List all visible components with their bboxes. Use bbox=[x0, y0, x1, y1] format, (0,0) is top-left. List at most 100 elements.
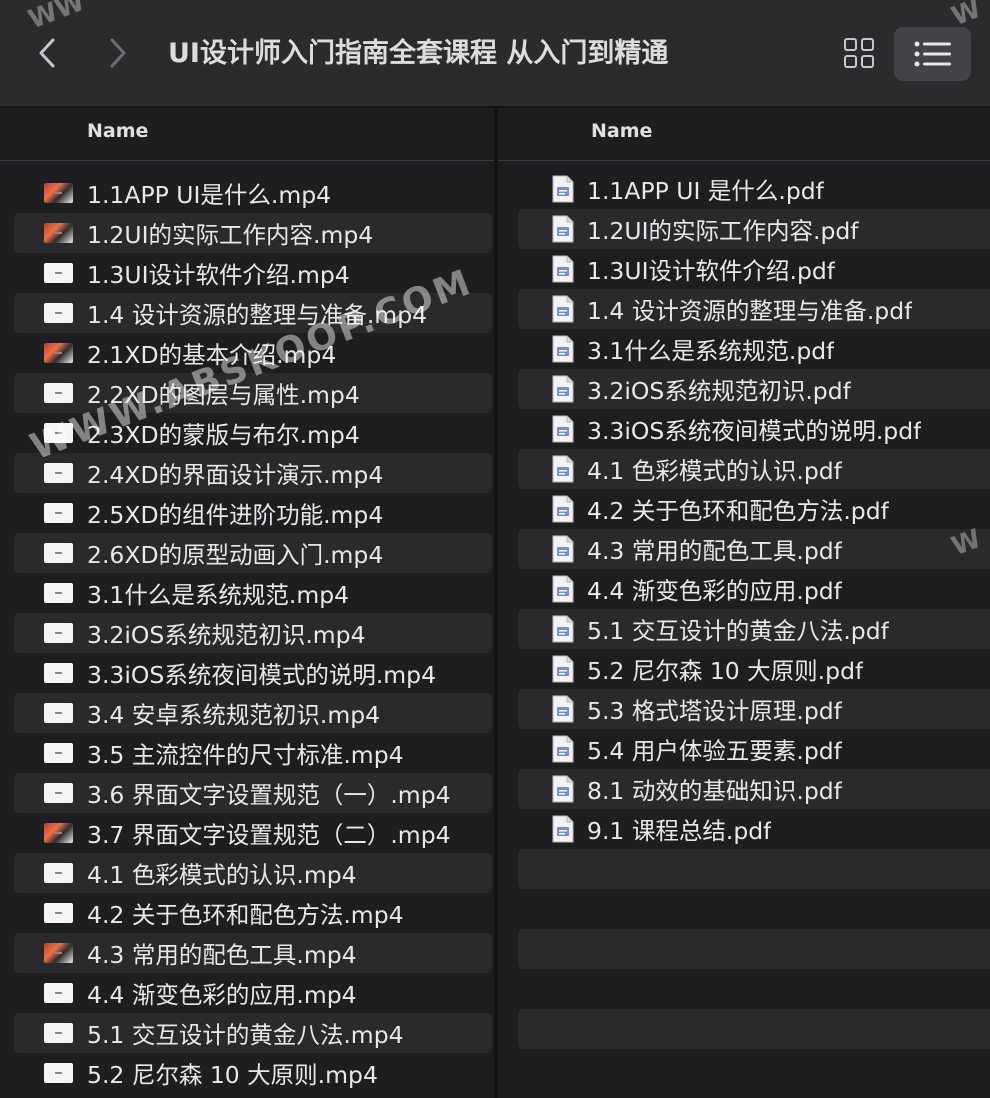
file-row[interactable]: 4.3 常用的配色工具.mp4 bbox=[14, 933, 492, 973]
file-name: 2.1XD的基本介绍.mp4 bbox=[87, 341, 337, 369]
file-row[interactable]: 2.4XD的界面设计演示.mp4 bbox=[14, 453, 492, 493]
video-thumbnail-icon bbox=[44, 823, 73, 843]
file-name: 5.2 尼尔森 10 大原则.mp4 bbox=[87, 1061, 378, 1089]
video-file-icon bbox=[44, 463, 73, 483]
file-row[interactable]: 4.3 常用的配色工具.pdf bbox=[518, 529, 990, 569]
file-row[interactable]: 2.2XD的图层与属性.mp4 bbox=[14, 373, 492, 413]
pdf-file-icon bbox=[552, 375, 574, 403]
file-name: 1.2UI的实际工作内容.pdf bbox=[587, 217, 859, 245]
name-column-header[interactable]: Name bbox=[0, 108, 494, 161]
file-row[interactable]: 3.6 界面文字设置规范（一）.mp4 bbox=[14, 773, 492, 813]
pdf-file-icon bbox=[552, 655, 574, 683]
file-row[interactable]: 1.4 设计资源的整理与准备.pdf bbox=[518, 289, 990, 329]
file-row[interactable]: 4.4 渐变色彩的应用.mp4 bbox=[14, 973, 492, 1013]
file-row[interactable]: 1.2UI的实际工作内容.mp4 bbox=[14, 213, 492, 253]
file-name: 1.1APP UI是什么.mp4 bbox=[87, 181, 332, 209]
file-name: 1.2UI的实际工作内容.mp4 bbox=[87, 221, 374, 249]
column-header-label: Name bbox=[87, 120, 149, 142]
video-file-icon bbox=[44, 1023, 73, 1043]
file-row[interactable]: 2.3XD的蒙版与布尔.mp4 bbox=[14, 413, 492, 453]
file-row[interactable]: 5.2 尼尔森 10 大原则.mp4 bbox=[14, 1053, 492, 1093]
file-row[interactable]: 1.1APP UI是什么.mp4 bbox=[14, 173, 492, 213]
file-name: 5.1 交互设计的黄金八法.pdf bbox=[587, 617, 889, 645]
file-name: 4.2 关于色环和配色方法.mp4 bbox=[87, 901, 404, 929]
video-file-icon bbox=[44, 383, 73, 403]
video-file-icon bbox=[44, 583, 73, 603]
file-row[interactable]: 5.3 格式塔设计原理.pdf bbox=[518, 689, 990, 729]
left-file-list: Name 1.1APP UI是什么.mp4 1.2UI的实际工作内容.mp4 1.3… bbox=[0, 108, 494, 1098]
empty-row bbox=[518, 1009, 990, 1049]
file-name: 4.1 色彩模式的认识.mp4 bbox=[87, 861, 357, 889]
file-name: 3.4 安卓系统规范初识.mp4 bbox=[87, 701, 381, 729]
video-file-icon bbox=[44, 423, 73, 443]
video-file-icon bbox=[44, 1063, 73, 1083]
pdf-file-icon bbox=[552, 335, 574, 363]
forward-button[interactable] bbox=[101, 30, 135, 76]
empty-row bbox=[518, 969, 990, 1009]
file-name: 3.7 界面文字设置规范（二）.mp4 bbox=[87, 821, 451, 849]
file-name: 3.2iOS系统规范初识.mp4 bbox=[87, 621, 366, 649]
name-column-header[interactable]: Name bbox=[498, 108, 990, 161]
file-row[interactable]: 5.1 交互设计的黄金八法.pdf bbox=[518, 609, 990, 649]
video-thumbnail-icon bbox=[44, 223, 73, 243]
file-row[interactable]: 3.2iOS系统规范初识.mp4 bbox=[14, 613, 492, 653]
file-row[interactable]: 3.1什么是系统规范.mp4 bbox=[14, 573, 492, 613]
file-row[interactable]: 1.3UI设计软件介绍.pdf bbox=[518, 249, 990, 289]
file-row[interactable]: 5.1 交互设计的黄金八法.mp4 bbox=[14, 1013, 492, 1053]
grid-view-button[interactable] bbox=[836, 30, 882, 76]
file-row[interactable]: 5.4 用户体验五要素.pdf bbox=[518, 729, 990, 769]
file-row[interactable]: 1.4 设计资源的整理与准备.mp4 bbox=[14, 293, 492, 333]
file-row[interactable]: 1.1APP UI 是什么.pdf bbox=[518, 169, 990, 209]
video-file-icon bbox=[44, 783, 73, 803]
empty-row bbox=[518, 929, 990, 969]
list-view-button[interactable] bbox=[894, 27, 971, 81]
video-file-icon bbox=[44, 903, 73, 923]
chevron-left-icon bbox=[39, 38, 55, 68]
file-name: 3.2iOS系统规范初识.pdf bbox=[587, 377, 851, 405]
file-row[interactable]: 3.5 主流控件的尺寸标准.mp4 bbox=[14, 733, 492, 773]
file-row[interactable]: 4.4 渐变色彩的应用.pdf bbox=[518, 569, 990, 609]
back-button[interactable] bbox=[30, 30, 64, 76]
video-thumbnail-icon bbox=[44, 943, 73, 963]
file-row[interactable]: 2.6XD的原型动画入门.mp4 bbox=[14, 533, 492, 573]
file-name: 2.5XD的组件进阶功能.mp4 bbox=[87, 501, 384, 529]
video-file-icon bbox=[44, 303, 73, 323]
file-name: 3.3iOS系统夜间模式的说明.pdf bbox=[587, 417, 922, 445]
file-row[interactable]: 4.2 关于色环和配色方法.mp4 bbox=[14, 893, 492, 933]
pdf-file-icon bbox=[552, 455, 574, 483]
file-row[interactable]: 3.7 界面文字设置规范（二）.mp4 bbox=[14, 813, 492, 853]
list-view-icon bbox=[914, 41, 951, 67]
file-row[interactable]: 2.1XD的基本介绍.mp4 bbox=[14, 333, 492, 373]
file-row[interactable]: 8.1 动效的基础知识.pdf bbox=[518, 769, 990, 809]
file-row[interactable]: 1.3UI设计软件介绍.mp4 bbox=[14, 253, 492, 293]
right-rows: 1.1APP UI 是什么.pdf 1.2UI的实际工作内容.pdf 1.3UI设计… bbox=[498, 169, 990, 1089]
file-row[interactable]: 3.1什么是系统规范.pdf bbox=[518, 329, 990, 369]
file-row[interactable]: 4.1 色彩模式的认识.pdf bbox=[518, 449, 990, 489]
file-name: 2.2XD的图层与属性.mp4 bbox=[87, 381, 360, 409]
file-name: 3.1什么是系统规范.pdf bbox=[587, 337, 835, 365]
file-row[interactable]: 4.1 色彩模式的认识.mp4 bbox=[14, 853, 492, 893]
chevron-right-icon bbox=[110, 38, 126, 68]
pdf-file-icon bbox=[552, 495, 574, 523]
file-row[interactable]: 4.2 关于色环和配色方法.pdf bbox=[518, 489, 990, 529]
file-name: 4.2 关于色环和配色方法.pdf bbox=[587, 497, 889, 525]
pdf-file-icon bbox=[552, 415, 574, 443]
file-name: 1.3UI设计软件介绍.pdf bbox=[587, 257, 836, 285]
file-row[interactable]: 3.2iOS系统规范初识.pdf bbox=[518, 369, 990, 409]
file-row[interactable]: 5.2 尼尔森 10 大原则.pdf bbox=[518, 649, 990, 689]
file-row[interactable]: 3.3iOS系统夜间模式的说明.mp4 bbox=[14, 653, 492, 693]
empty-row bbox=[518, 1049, 990, 1089]
file-row[interactable]: 3.4 安卓系统规范初识.mp4 bbox=[14, 693, 492, 733]
file-row[interactable]: 9.1 课程总结.pdf bbox=[518, 809, 990, 849]
pdf-file-icon bbox=[552, 215, 574, 243]
file-row[interactable]: 1.2UI的实际工作内容.pdf bbox=[518, 209, 990, 249]
file-row[interactable]: 3.3iOS系统夜间模式的说明.pdf bbox=[518, 409, 990, 449]
window-title: UI设计师入门指南全套课程 从入门到精通 bbox=[168, 38, 669, 69]
video-file-icon bbox=[44, 263, 73, 283]
file-name: 1.4 设计资源的整理与准备.mp4 bbox=[87, 301, 428, 329]
file-name: 9.1 课程总结.pdf bbox=[587, 817, 772, 845]
file-name: 3.3iOS系统夜间模式的说明.mp4 bbox=[87, 661, 437, 689]
file-name: 5.2 尼尔森 10 大原则.pdf bbox=[587, 657, 864, 685]
file-name: 4.3 常用的配色工具.mp4 bbox=[87, 941, 357, 969]
file-row[interactable]: 2.5XD的组件进阶功能.mp4 bbox=[14, 493, 492, 533]
